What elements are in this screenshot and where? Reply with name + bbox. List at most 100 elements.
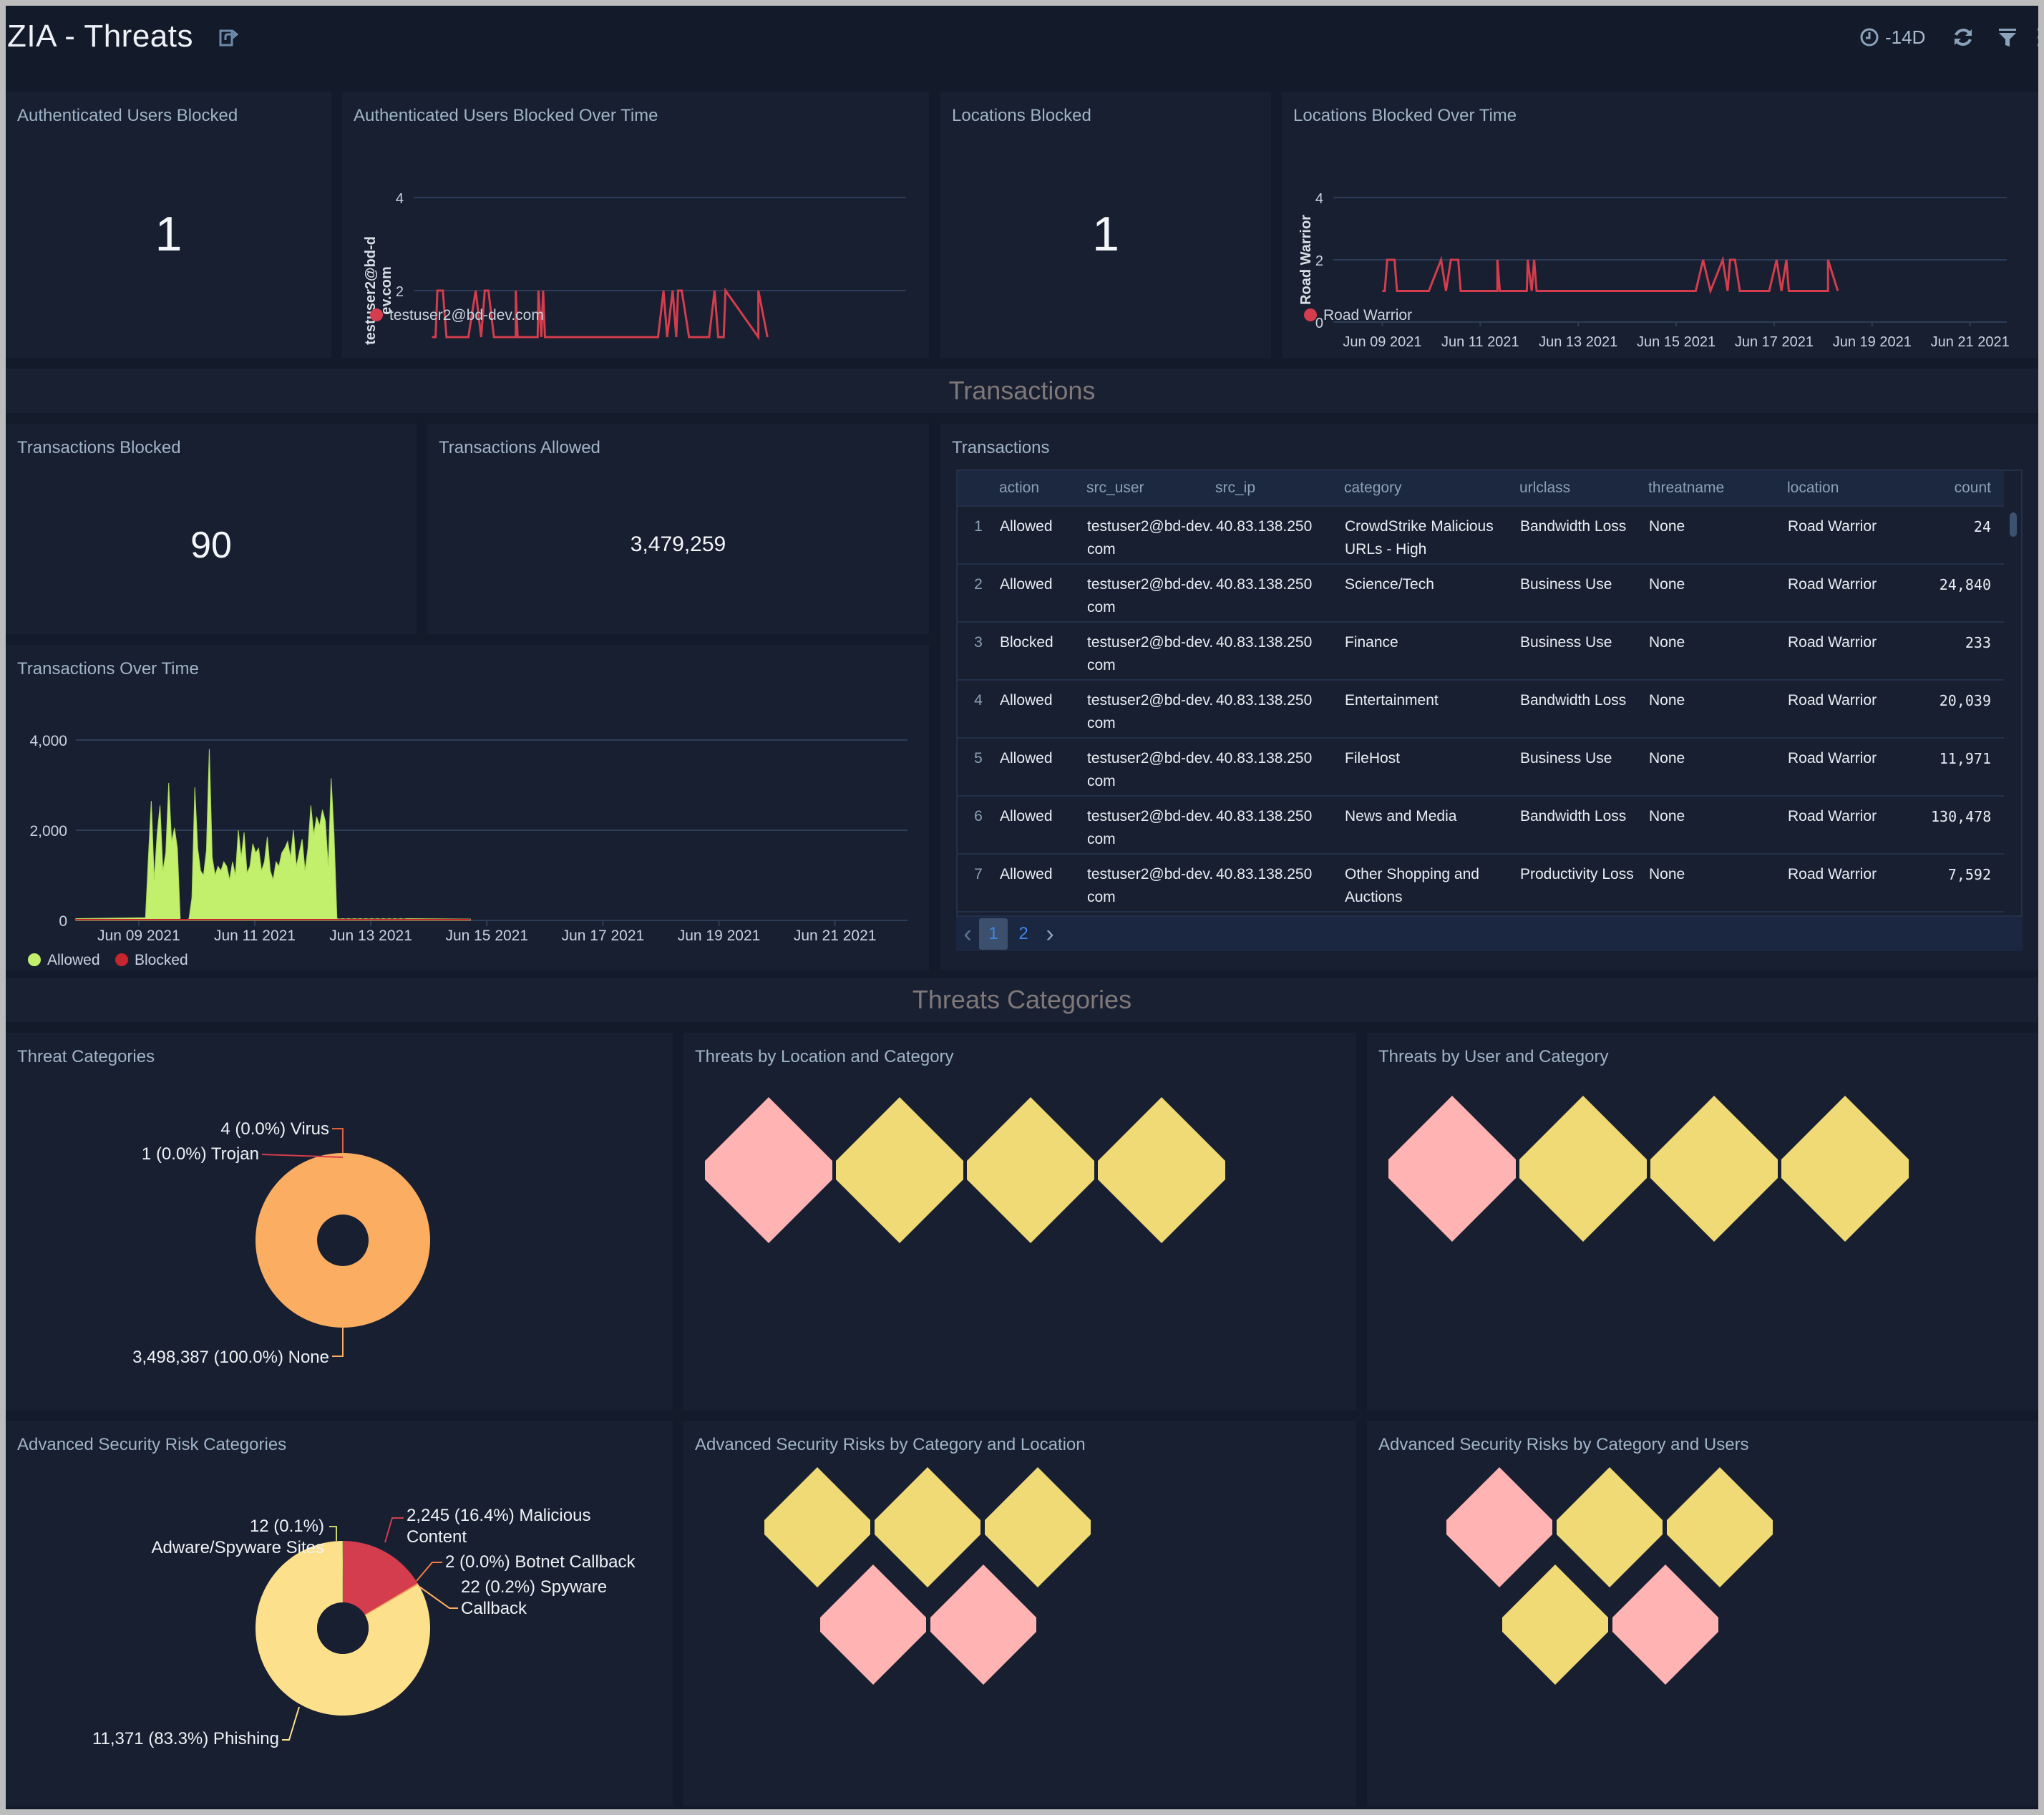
cell-src-ip: 40.83.138.250	[1215, 680, 1344, 739]
honeycomb-cell-yellow	[1519, 1096, 1647, 1242]
panel-transactions-allowed: Transactions Allowed 3,479,259	[427, 424, 929, 634]
series-line	[1382, 256, 1839, 295]
honeycomb-cell-yellow	[1502, 1565, 1608, 1685]
panel-title: Transactions Over Time	[17, 659, 199, 678]
filter-button[interactable]	[1997, 26, 2018, 48]
col-header-location[interactable]: location	[1787, 471, 1930, 507]
honeycomb-cell-yellow	[1667, 1467, 1773, 1587]
slice-label: 22 (0.2%) Spyware	[461, 1577, 607, 1597]
slice-label: Content	[407, 1527, 467, 1547]
honeycomb-cell-yellow	[1557, 1467, 1663, 1587]
panel-adv-risk-by-users: Advanced Security Risks by Category and …	[1367, 1421, 2038, 1806]
cell-action: Allowed	[999, 796, 1086, 855]
table-row[interactable]: 5 Allowed testuser2@bd-dev.com 40.83.138.25…	[958, 738, 2004, 797]
cell-urlclass: Business Use	[1519, 622, 1648, 681]
cell-src-user: testuser2@bd-dev.com	[1086, 854, 1215, 913]
col-header-src-user[interactable]: src_user	[1086, 471, 1215, 507]
cell-location: Road Warrior	[1787, 680, 1930, 739]
cell-category: Entertainment	[1344, 680, 1519, 739]
x-tick-label: Jun 09 2021	[97, 928, 180, 944]
table-row[interactable]: 3 Blocked testuser2@bd-dev.com 40.83.138.25…	[958, 622, 2004, 681]
cell-src-user: testuser2@bd-dev.com	[1086, 680, 1215, 739]
panel-title: Transactions Allowed	[439, 438, 600, 457]
table-row[interactable]: 7 Allowed testuser2@bd-dev.com 40.83.138.25…	[958, 854, 2004, 913]
cell-count: 24,840	[1930, 564, 2004, 623]
cell-urlclass: Business Use	[1519, 564, 1648, 623]
cell-threatname: None	[1648, 622, 1787, 681]
cell-urlclass: Bandwidth Loss	[1519, 680, 1648, 739]
x-tick-label: Jun 13 2021	[1539, 334, 1617, 350]
leader-line	[329, 1526, 337, 1541]
page-1-button[interactable]: 1	[979, 918, 1008, 950]
cell-urlclass: Productivity Loss	[1519, 854, 1648, 913]
refresh-button[interactable]	[1952, 26, 1974, 48]
x-tick-label: Jun 13 2021	[329, 928, 412, 944]
series-area-allowed	[75, 749, 471, 921]
panel-transactions-table: Transactions action src_user src_ip cate…	[940, 424, 2038, 970]
x-tick-label: Jun 19 2021	[678, 928, 761, 944]
table-row[interactable]: 2 Allowed testuser2@bd-dev.com 40.83.138.25…	[958, 564, 2004, 623]
table-row[interactable]: 4 Allowed testuser2@bd-dev.com 40.83.138.25…	[958, 680, 2004, 739]
more-menu-button[interactable]	[2037, 26, 2038, 49]
legend-marker-blocked	[115, 953, 128, 966]
honeycomb-cell-pink	[1612, 1565, 1718, 1685]
next-page-button[interactable]: ›	[1039, 918, 1061, 950]
cell-urlclass: Business Use	[1519, 738, 1648, 797]
cell-count: 130,478	[1930, 796, 2004, 855]
clock-icon	[1860, 28, 1879, 47]
cell-location: Road Warrior	[1787, 622, 1930, 681]
slice-label: 11,371 (83.3%) Phishing	[92, 1729, 279, 1748]
legend-label-allowed: Allowed	[47, 952, 100, 968]
cell-src-user: testuser2@bd-dev.com	[1086, 622, 1215, 681]
page-2-button[interactable]: 2	[1008, 918, 1039, 950]
slice-label: 12 (0.1%)	[250, 1517, 324, 1536]
cell-location: Road Warrior	[1787, 796, 1930, 855]
honeycomb-cell-pink	[820, 1565, 926, 1685]
cell-threatname: None	[1648, 680, 1787, 739]
leader-line	[384, 1517, 404, 1543]
table-scrollbar[interactable]	[2010, 512, 2017, 537]
x-tick-label: Jun 11 2021	[1441, 334, 1519, 350]
row-index: 1	[958, 506, 999, 565]
time-range-button[interactable]: -14D	[1859, 26, 1925, 49]
col-header-category[interactable]: category	[1344, 471, 1519, 507]
legend-label-blocked: Blocked	[135, 952, 188, 968]
y-tick-label: 4,000	[29, 733, 67, 749]
share-icon[interactable]	[218, 27, 240, 49]
transactions-table: action src_user src_ip category urlclass…	[958, 471, 2004, 913]
panel-auth-users-blocked: Authenticated Users Blocked 1	[6, 92, 331, 358]
cell-action: Blocked	[999, 622, 1086, 681]
panel-transactions-blocked: Transactions Blocked 90	[6, 424, 417, 634]
section-header-transactions: Transactions	[6, 369, 2038, 413]
x-tick-label: Jun 21 2021	[794, 928, 877, 944]
col-header-src-ip[interactable]: src_ip	[1215, 471, 1344, 507]
col-header-index[interactable]	[958, 471, 999, 507]
honeycomb-cell-yellow	[875, 1467, 980, 1587]
y-tick-label: 2	[396, 284, 404, 300]
dashboard-title: ZIA - Threats	[7, 19, 240, 54]
table-row[interactable]: 6 Allowed testuser2@bd-dev.com 40.83.138.25…	[958, 796, 2004, 855]
col-header-count[interactable]: count	[1930, 471, 2004, 507]
x-tick-label: Jun 21 2021	[1931, 334, 2010, 350]
more-icon	[2037, 26, 2038, 49]
col-header-action[interactable]: action	[999, 471, 1086, 507]
slice-label: Adware/Spyware Sites	[152, 1538, 324, 1557]
cell-src-ip: 40.83.138.250	[1215, 796, 1344, 855]
transactions-blocked-value: 90	[190, 525, 232, 566]
cell-action: Allowed	[999, 506, 1086, 565]
col-header-urlclass[interactable]: urlclass	[1519, 471, 1648, 507]
leader-line	[416, 1562, 442, 1582]
table-header-row: action src_user src_ip category urlclass…	[958, 471, 2004, 507]
y-axis-label: testuser2@bd-dev.com	[363, 236, 394, 345]
adv-risk-categories-donut: 2,245 (16.4%) Malicious Content 2 (0.0%) B…	[92, 1506, 636, 1748]
row-index: 2	[958, 564, 999, 623]
prev-page-button[interactable]: ‹	[956, 918, 979, 950]
auth-users-line-chart: 024Jun 09 2021Jun 13 2021Jun 17 2021Jun …	[363, 191, 906, 345]
table-row[interactable]: 1 Allowed testuser2@bd-dev.com 40.83.138.25…	[958, 506, 2004, 565]
y-tick-label: 2,000	[29, 823, 67, 840]
col-header-threatname[interactable]: threatname	[1648, 471, 1787, 507]
cell-threatname: None	[1648, 796, 1787, 855]
y-tick-label: 4	[396, 191, 404, 207]
honeycomb-cell-pink	[1388, 1096, 1516, 1242]
panel-locations-over-time: Locations Blocked Over Time 0 2 4 Jun 09 20…	[1282, 92, 2038, 358]
